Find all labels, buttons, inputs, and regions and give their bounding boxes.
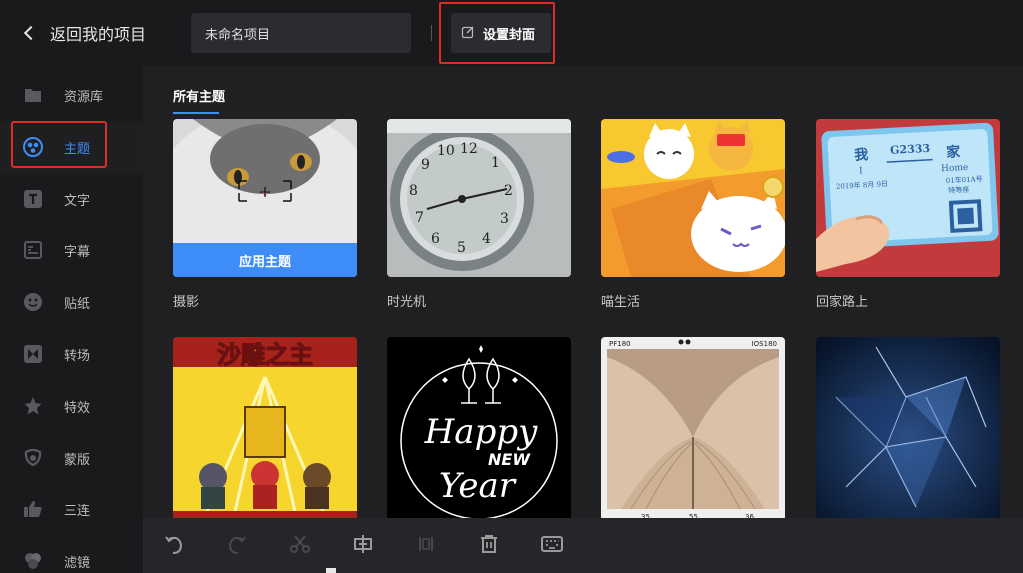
svg-text:6: 6 [431,231,440,247]
theme-card-happy-new-year[interactable]: Happy NEW Year [387,337,571,521]
undo-icon[interactable] [160,530,188,558]
sidebar-item-label: 转场 [64,348,91,364]
theme-panel: 所有主题 应用主题 摄影 12 1 2 3 4 5 6 7 8 9 10 时光机… [143,66,1023,573]
scissors-icon[interactable] [286,530,314,558]
sidebar-item-filter[interactable]: 滤镜 [0,535,143,573]
sidebar-item-sticker[interactable]: 贴纸 [0,276,143,328]
theme-name: 时光机 [387,295,427,310]
theme-thumbnail[interactable]: Happy NEW Year [387,337,571,521]
ticket-train: G2333 [890,142,931,157]
film-label-left: PF180 [609,340,631,348]
sidebar-item-label: 三连 [64,503,91,519]
delete-icon[interactable] [475,530,503,558]
timeline-scroll-marker[interactable] [326,568,336,573]
sticker-icon [22,291,44,313]
sidebar: 资源库 主题 文字 字幕 贴纸 转场 特效 蒙版 三连 滤镜 [0,66,143,573]
app-window: 返回我的项目 设置封面 资源库 [0,0,1023,573]
theme-thumbnail[interactable] [816,337,1000,521]
text-t-icon [22,188,44,210]
svg-text:1: 1 [491,155,500,171]
svg-text:4: 4 [482,231,491,247]
set-cover-label: 设置封面 [483,27,536,43]
ticket-class: 特等座 [948,185,969,195]
folder-icon [22,84,44,106]
sidebar-item-effects[interactable]: 特效 [0,380,143,432]
thumbs-up-icon [22,498,44,520]
top-bar: 返回我的项目 设置封面 [0,0,1023,66]
filter-icon [22,550,44,572]
theme-thumbnail[interactable]: 沙雕之主 [173,337,357,521]
sidebar-item-transition[interactable]: 转场 [0,328,143,380]
set-cover-button[interactable]: 设置封面 [451,13,551,53]
theme-name: 摄影 [173,295,200,310]
sidebar-item-subtitle[interactable]: 字幕 [0,224,143,276]
theme-name: 喵生活 [601,295,641,310]
keyboard-icon[interactable] [538,530,566,558]
mask-icon [22,447,44,469]
theme-thumbnail[interactable]: 我 G2333 家 I Home 2019年 8月 9日 01车01A号 特等座 [816,119,1000,277]
svg-text:2: 2 [504,183,513,199]
split-icon[interactable] [349,530,377,558]
tab-all-themes[interactable]: 所有主题 [173,86,225,105]
svg-text:12: 12 [460,141,478,157]
sidebar-item-label: 蒙版 [64,452,91,468]
svg-text:9: 9 [421,157,430,173]
theme-thumbnail[interactable]: 12 1 2 345 678 9 10 [387,119,571,277]
sidebar-item-label: 主题 [64,141,91,157]
theme-thumbnail[interactable]: 应用主题 [173,119,357,277]
divider [431,25,432,41]
svg-text:8: 8 [409,183,418,199]
edit-icon [461,24,475,43]
svg-text:5: 5 [457,240,466,256]
transition-icon [22,343,44,365]
theme-card-cat-life[interactable]: 喵生活 [601,119,785,310]
tab-bar: 所有主题 [143,66,1023,116]
sidebar-item-label: 资源库 [64,89,104,105]
svg-text:7: 7 [415,210,424,226]
theme-card-shadiao[interactable]: 沙雕之主 [173,337,357,521]
theme-card-time-machine[interactable]: 12 1 2 345 678 9 10 时光机 [387,119,571,310]
back-button[interactable]: 返回我的项目 [22,20,146,46]
theme-thumbnail[interactable]: PF180 IOS180 35 55 36 [601,337,785,521]
back-label: 返回我的项目 [50,25,147,44]
ticket-to-en: Home [941,163,969,174]
sidebar-item-label: 特效 [64,400,91,416]
chevron-left-icon [23,25,39,41]
effects-star-icon [22,395,44,417]
theme-hny-line3: Year [439,466,517,506]
sidebar-item-triple[interactable]: 三连 [0,483,143,535]
sidebar-item-theme[interactable]: 主题 [0,121,143,173]
apply-theme-button[interactable]: 应用主题 [173,243,357,277]
theme-name: 回家路上 [816,295,869,310]
svg-text:3: 3 [500,211,509,227]
sidebar-item-label: 贴纸 [64,296,91,312]
tab-underline [173,112,219,114]
sidebar-item-text[interactable]: 文字 [0,173,143,225]
sidebar-item-label: 滤镜 [64,555,91,571]
sidebar-item-label: 文字 [64,193,91,209]
theme-card-book[interactable]: PF180 IOS180 35 55 36 [601,337,785,521]
theme-card-glass[interactable] [816,337,1000,521]
sidebar-item-library[interactable]: 资源库 [0,69,143,121]
film-label-right: IOS180 [752,340,777,348]
ticket-to: 家 [946,143,962,161]
sidebar-item-mask[interactable]: 蒙版 [0,432,143,484]
theme-palette-icon [22,136,44,158]
ticket-from: 我 [854,147,869,164]
svg-text:10: 10 [437,143,455,159]
sidebar-item-label: 字幕 [64,244,91,260]
theme-thumbnail[interactable] [601,119,785,277]
redo-icon[interactable] [223,530,251,558]
theme-title-art: 沙雕之主 [217,341,313,369]
theme-card-photography[interactable]: 应用主题 摄影 [173,119,357,310]
edit-toolbar [143,518,1023,573]
subtitle-icon [22,239,44,261]
theme-card-way-home[interactable]: 我 G2333 家 I Home 2019年 8月 9日 01车01A号 特等座 [816,119,1000,310]
theme-hny-line1: Happy [424,412,538,452]
project-name-input[interactable] [191,13,411,53]
freeze-icon[interactable] [412,530,440,558]
